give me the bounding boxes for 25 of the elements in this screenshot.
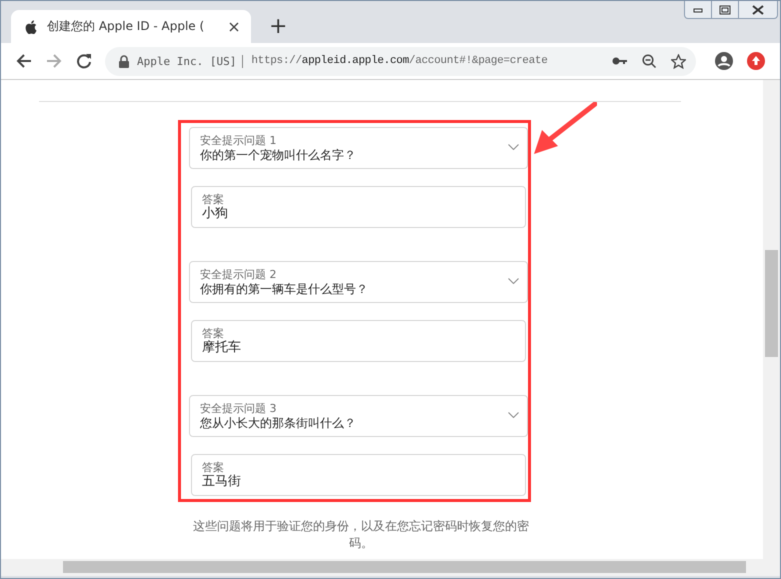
select-value: 你拥有的第一辆车是什么型号？ xyxy=(200,280,369,296)
field-value: 摩托车 xyxy=(202,340,242,356)
question-select[interactable]: 安全提示问题 1 你的第一个宠物叫什么名字？ xyxy=(189,127,528,169)
select-label: 安全提示问题 1 xyxy=(200,134,278,146)
answer-field[interactable]: 答案 小狗 xyxy=(191,186,526,228)
field-label: 答案 xyxy=(202,192,225,206)
new-tab-button[interactable]: + xyxy=(265,14,292,39)
select-value: 您从小长大的那条街叫什么？ xyxy=(200,414,357,430)
field-label: 答案 xyxy=(202,460,225,474)
select-value: 你的第一个宠物叫什么名字？ xyxy=(200,146,357,162)
select-label: 安全提示问题 3 xyxy=(200,402,278,414)
site-label: Apple Inc. [US] xyxy=(137,54,244,68)
field-value: 小狗 xyxy=(202,206,229,222)
field-value: 五马街 xyxy=(202,474,242,490)
browser-tab[interactable]: 创建您的 Apple ID - Apple ( xyxy=(11,10,251,43)
answer-field[interactable]: 答案 摩托车 xyxy=(191,320,526,362)
address-bar[interactable]: Apple Inc. [US] https://appleid.apple.com/account#!&page=create xyxy=(105,46,696,76)
question-select[interactable]: 安全提示问题 3 您从小长大的那条街叫什么？ xyxy=(189,395,528,437)
answer-field[interactable]: 答案 五马街 xyxy=(191,454,526,496)
question-select[interactable]: 安全提示问题 2 你拥有的第一辆车是什么型号？ xyxy=(189,261,528,303)
field-label: 答案 xyxy=(202,326,225,340)
select-label: 安全提示问题 2 xyxy=(200,268,278,280)
url-text: https://appleid.apple.com/account#!&page=create xyxy=(251,55,549,67)
tab-title: 创建您的 Apple ID - Apple ( xyxy=(47,18,206,35)
help-text: 这些问题将用于验证您的身份，以及在您忘记密码时恢复您的密码。 xyxy=(192,518,530,552)
